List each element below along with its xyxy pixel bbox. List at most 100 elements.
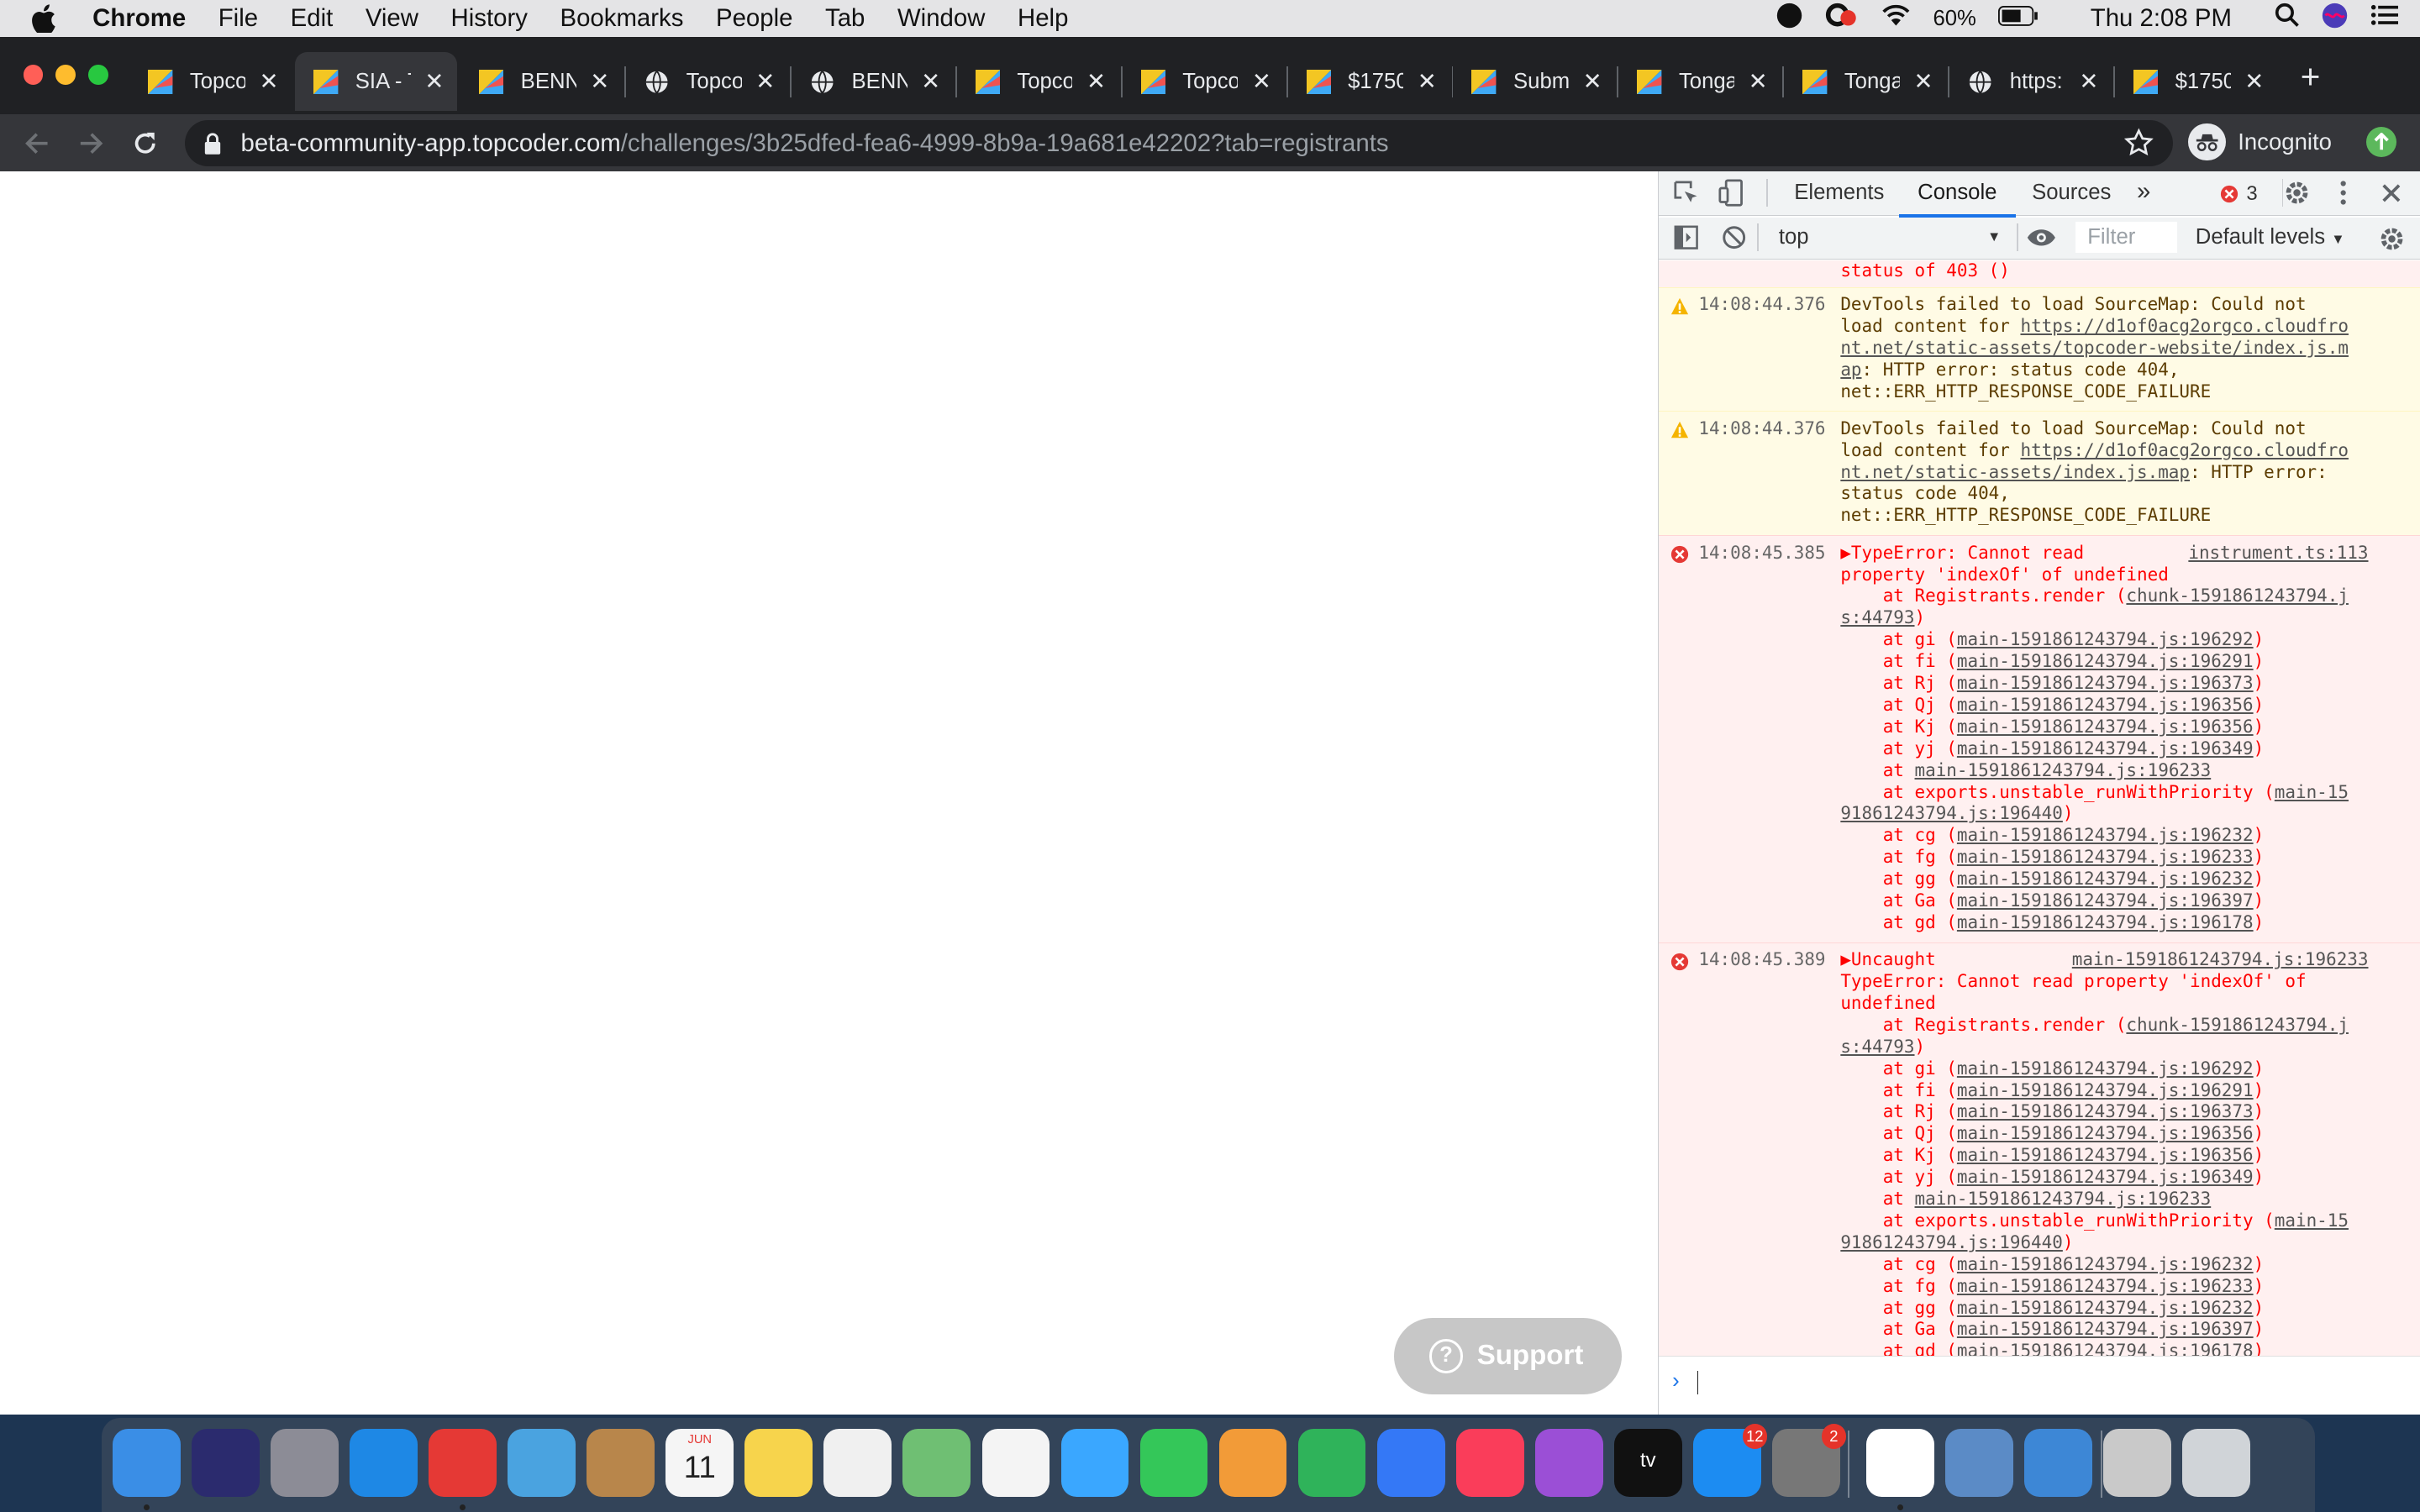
apple-menu-icon[interactable] bbox=[31, 3, 65, 34]
source-link[interactable]: main-1591861243794.js:196178 bbox=[1957, 912, 2254, 932]
devtools-settings-gear-icon[interactable] bbox=[2283, 179, 2311, 213]
menu-file[interactable]: File bbox=[218, 4, 258, 33]
tab-close-icon[interactable]: ✕ bbox=[2079, 68, 2098, 95]
source-link[interactable]: main-1591861243794.js:196232 bbox=[1957, 869, 2254, 889]
source-link[interactable]: main-1591861243794.js:196292 bbox=[1957, 1058, 2254, 1079]
execution-context-select[interactable]: top ▼ bbox=[1770, 222, 2001, 253]
dock-safari-icon[interactable] bbox=[350, 1428, 418, 1497]
support-button[interactable]: ? Support bbox=[1393, 1317, 1623, 1395]
error-counter[interactable]: 3 bbox=[2220, 182, 2258, 206]
dock-messages-icon[interactable] bbox=[1060, 1428, 1129, 1497]
source-link[interactable]: https://d1of0acg2orgco.cloudfro bbox=[2020, 316, 2348, 336]
menu-bookmarks[interactable]: Bookmarks bbox=[560, 4, 684, 33]
clear-console-icon[interactable] bbox=[1722, 225, 1746, 255]
source-link[interactable]: nt.net/static-assets/topcoder-website/in… bbox=[1840, 338, 2349, 358]
source-link[interactable]: main-1591861243794.js:196373 bbox=[1957, 673, 2254, 693]
browser-tab[interactable]: $1750 ✕ bbox=[1288, 52, 1450, 111]
tab-close-icon[interactable]: ✕ bbox=[755, 68, 775, 95]
browser-tab[interactable]: Tonga ✕ bbox=[1618, 52, 1781, 111]
dock-maps-icon[interactable] bbox=[902, 1428, 971, 1497]
source-link[interactable]: main-1591861243794.js:196397 bbox=[1957, 890, 2254, 911]
window-minimize-button[interactable] bbox=[55, 65, 76, 85]
browser-tab[interactable]: BENNY ✕ bbox=[460, 52, 623, 111]
tab-close-icon[interactable]: ✕ bbox=[1749, 68, 1768, 95]
show-sidebar-icon[interactable] bbox=[1674, 225, 1698, 255]
dock-mail-icon[interactable] bbox=[508, 1428, 576, 1497]
source-link[interactable]: main-1591861243794.js:196373 bbox=[1957, 1101, 2254, 1121]
source-link[interactable]: main-15 bbox=[2275, 782, 2349, 802]
browser-tab[interactable]: Topcoder ✕ bbox=[1123, 52, 1285, 111]
source-link[interactable]: main-1591861243794.js:196233 bbox=[1957, 1276, 2254, 1296]
reload-button[interactable] bbox=[127, 125, 164, 162]
dock-tv-icon[interactable]: tv bbox=[1613, 1428, 1682, 1497]
source-link[interactable]: main-1591861243794.js:196291 bbox=[1957, 651, 2254, 671]
dock-slack-icon[interactable] bbox=[1866, 1428, 1935, 1497]
browser-tab[interactable]: Submit ✕ bbox=[1453, 52, 1615, 111]
source-link[interactable]: 91861243794.js:196440 bbox=[1840, 1232, 2063, 1252]
dock-music-icon[interactable] bbox=[1455, 1428, 1524, 1497]
tab-close-icon[interactable]: ✕ bbox=[1252, 68, 1271, 95]
source-link[interactable]: main-1591861243794.js:196233 bbox=[1915, 1189, 2212, 1209]
source-link[interactable]: ap bbox=[1840, 360, 1861, 380]
dock-quicktime-icon[interactable] bbox=[2024, 1428, 2093, 1497]
source-link[interactable]: 91861243794.js:196440 bbox=[1840, 803, 2063, 823]
source-link[interactable]: main-1591861243794.js:196178 bbox=[1957, 1341, 2254, 1356]
menu-people[interactable]: People bbox=[716, 4, 792, 33]
source-link[interactable]: https://d1of0acg2orgco.cloudfro bbox=[2020, 440, 2348, 460]
source-link[interactable]: main-1591861243794.js:196232 bbox=[1957, 825, 2254, 845]
lock-icon[interactable] bbox=[203, 133, 222, 155]
menu-app-name[interactable]: Chrome bbox=[92, 4, 186, 33]
tab-close-icon[interactable]: ✕ bbox=[921, 68, 940, 95]
browser-tab[interactable]: $1750 ✕ bbox=[2115, 52, 2277, 111]
device-toolbar-icon[interactable] bbox=[1718, 179, 1744, 213]
console-settings-gear-icon[interactable] bbox=[2378, 225, 2406, 259]
window-zoom-button[interactable] bbox=[87, 65, 108, 85]
profile-button[interactable]: Incognito bbox=[2188, 123, 2332, 160]
dock-facetime-icon[interactable] bbox=[1139, 1428, 1208, 1497]
dock-chrome-icon[interactable] bbox=[429, 1428, 497, 1497]
browser-tab[interactable]: SIA - Topcoder ✕ bbox=[295, 52, 458, 112]
tab-close-icon[interactable]: ✕ bbox=[590, 68, 609, 95]
dock-siri-icon[interactable] bbox=[192, 1428, 260, 1497]
siri-icon[interactable] bbox=[2321, 2, 2349, 36]
source-link[interactable]: main-1591861243794.js:196356 bbox=[1957, 695, 2254, 715]
address-bar[interactable]: beta-community-app.topcoder.com/challeng… bbox=[185, 120, 2174, 167]
source-link[interactable]: main-1591861243794.js:196233 bbox=[1915, 760, 2212, 780]
browser-tab[interactable]: Tonga ✕ bbox=[1784, 52, 1946, 111]
tab-close-icon[interactable]: ✕ bbox=[1418, 68, 1437, 95]
inspect-element-icon[interactable] bbox=[1674, 181, 1698, 211]
menu-tab[interactable]: Tab bbox=[825, 4, 865, 33]
dock-trash-icon[interactable] bbox=[2182, 1428, 2251, 1497]
source-link[interactable]: main-1591861243794.js:196291 bbox=[1957, 1080, 2254, 1100]
browser-tab[interactable]: Topcoder ✕ bbox=[626, 52, 788, 111]
menu-history[interactable]: History bbox=[451, 4, 528, 33]
chrome-update-icon[interactable] bbox=[2365, 126, 2397, 158]
source-link[interactable]: main-1591861243794.js:196397 bbox=[1957, 1319, 2254, 1339]
dock-launchpad-icon[interactable] bbox=[271, 1428, 339, 1497]
bookmark-star-icon[interactable] bbox=[2123, 128, 2154, 165]
message-text[interactable]: ▶Uncaught bbox=[1840, 949, 1935, 969]
source-link[interactable]: main-1591861243794.js:196233 bbox=[1957, 847, 2254, 867]
menu-edit[interactable]: Edit bbox=[291, 4, 334, 33]
console-filter-input[interactable]: Filter bbox=[2075, 222, 2177, 254]
tab-close-icon[interactable]: ✕ bbox=[2244, 68, 2264, 95]
source-link[interactable]: main-1591861243794.js:196232 bbox=[1957, 1254, 2254, 1274]
dock-keynote-icon[interactable] bbox=[1376, 1428, 1445, 1497]
tab-elements[interactable]: Elements bbox=[1794, 181, 1884, 205]
more-tabs-chevron-icon[interactable]: » bbox=[2137, 177, 2150, 206]
browser-tab[interactable]: BENNY ✕ bbox=[792, 52, 954, 111]
source-link[interactable]: nt.net/static-assets/index.js.map bbox=[1840, 462, 2190, 482]
source-link[interactable]: chunk-1591861243794.j bbox=[2126, 585, 2349, 606]
message-text[interactable]: ▶TypeError: Cannot read bbox=[1840, 543, 2084, 563]
dock-numbers-icon[interactable] bbox=[1297, 1428, 1366, 1497]
source-link[interactable]: s:44793 bbox=[1840, 1037, 1914, 1057]
dock-podcasts-icon[interactable] bbox=[1534, 1428, 1603, 1497]
devtools-menu-kebab-icon[interactable] bbox=[2340, 179, 2347, 213]
dock-preview-icon[interactable] bbox=[1945, 1428, 2014, 1497]
spotlight-search-icon[interactable] bbox=[2275, 3, 2300, 34]
menu-view[interactable]: View bbox=[366, 4, 418, 33]
source-link[interactable]: main-1591861243794.js:196356 bbox=[1957, 717, 2254, 737]
tab-close-icon[interactable]: ✕ bbox=[1086, 68, 1106, 95]
dock-photos-icon[interactable] bbox=[981, 1428, 1050, 1497]
battery-icon[interactable] bbox=[1997, 4, 2039, 33]
